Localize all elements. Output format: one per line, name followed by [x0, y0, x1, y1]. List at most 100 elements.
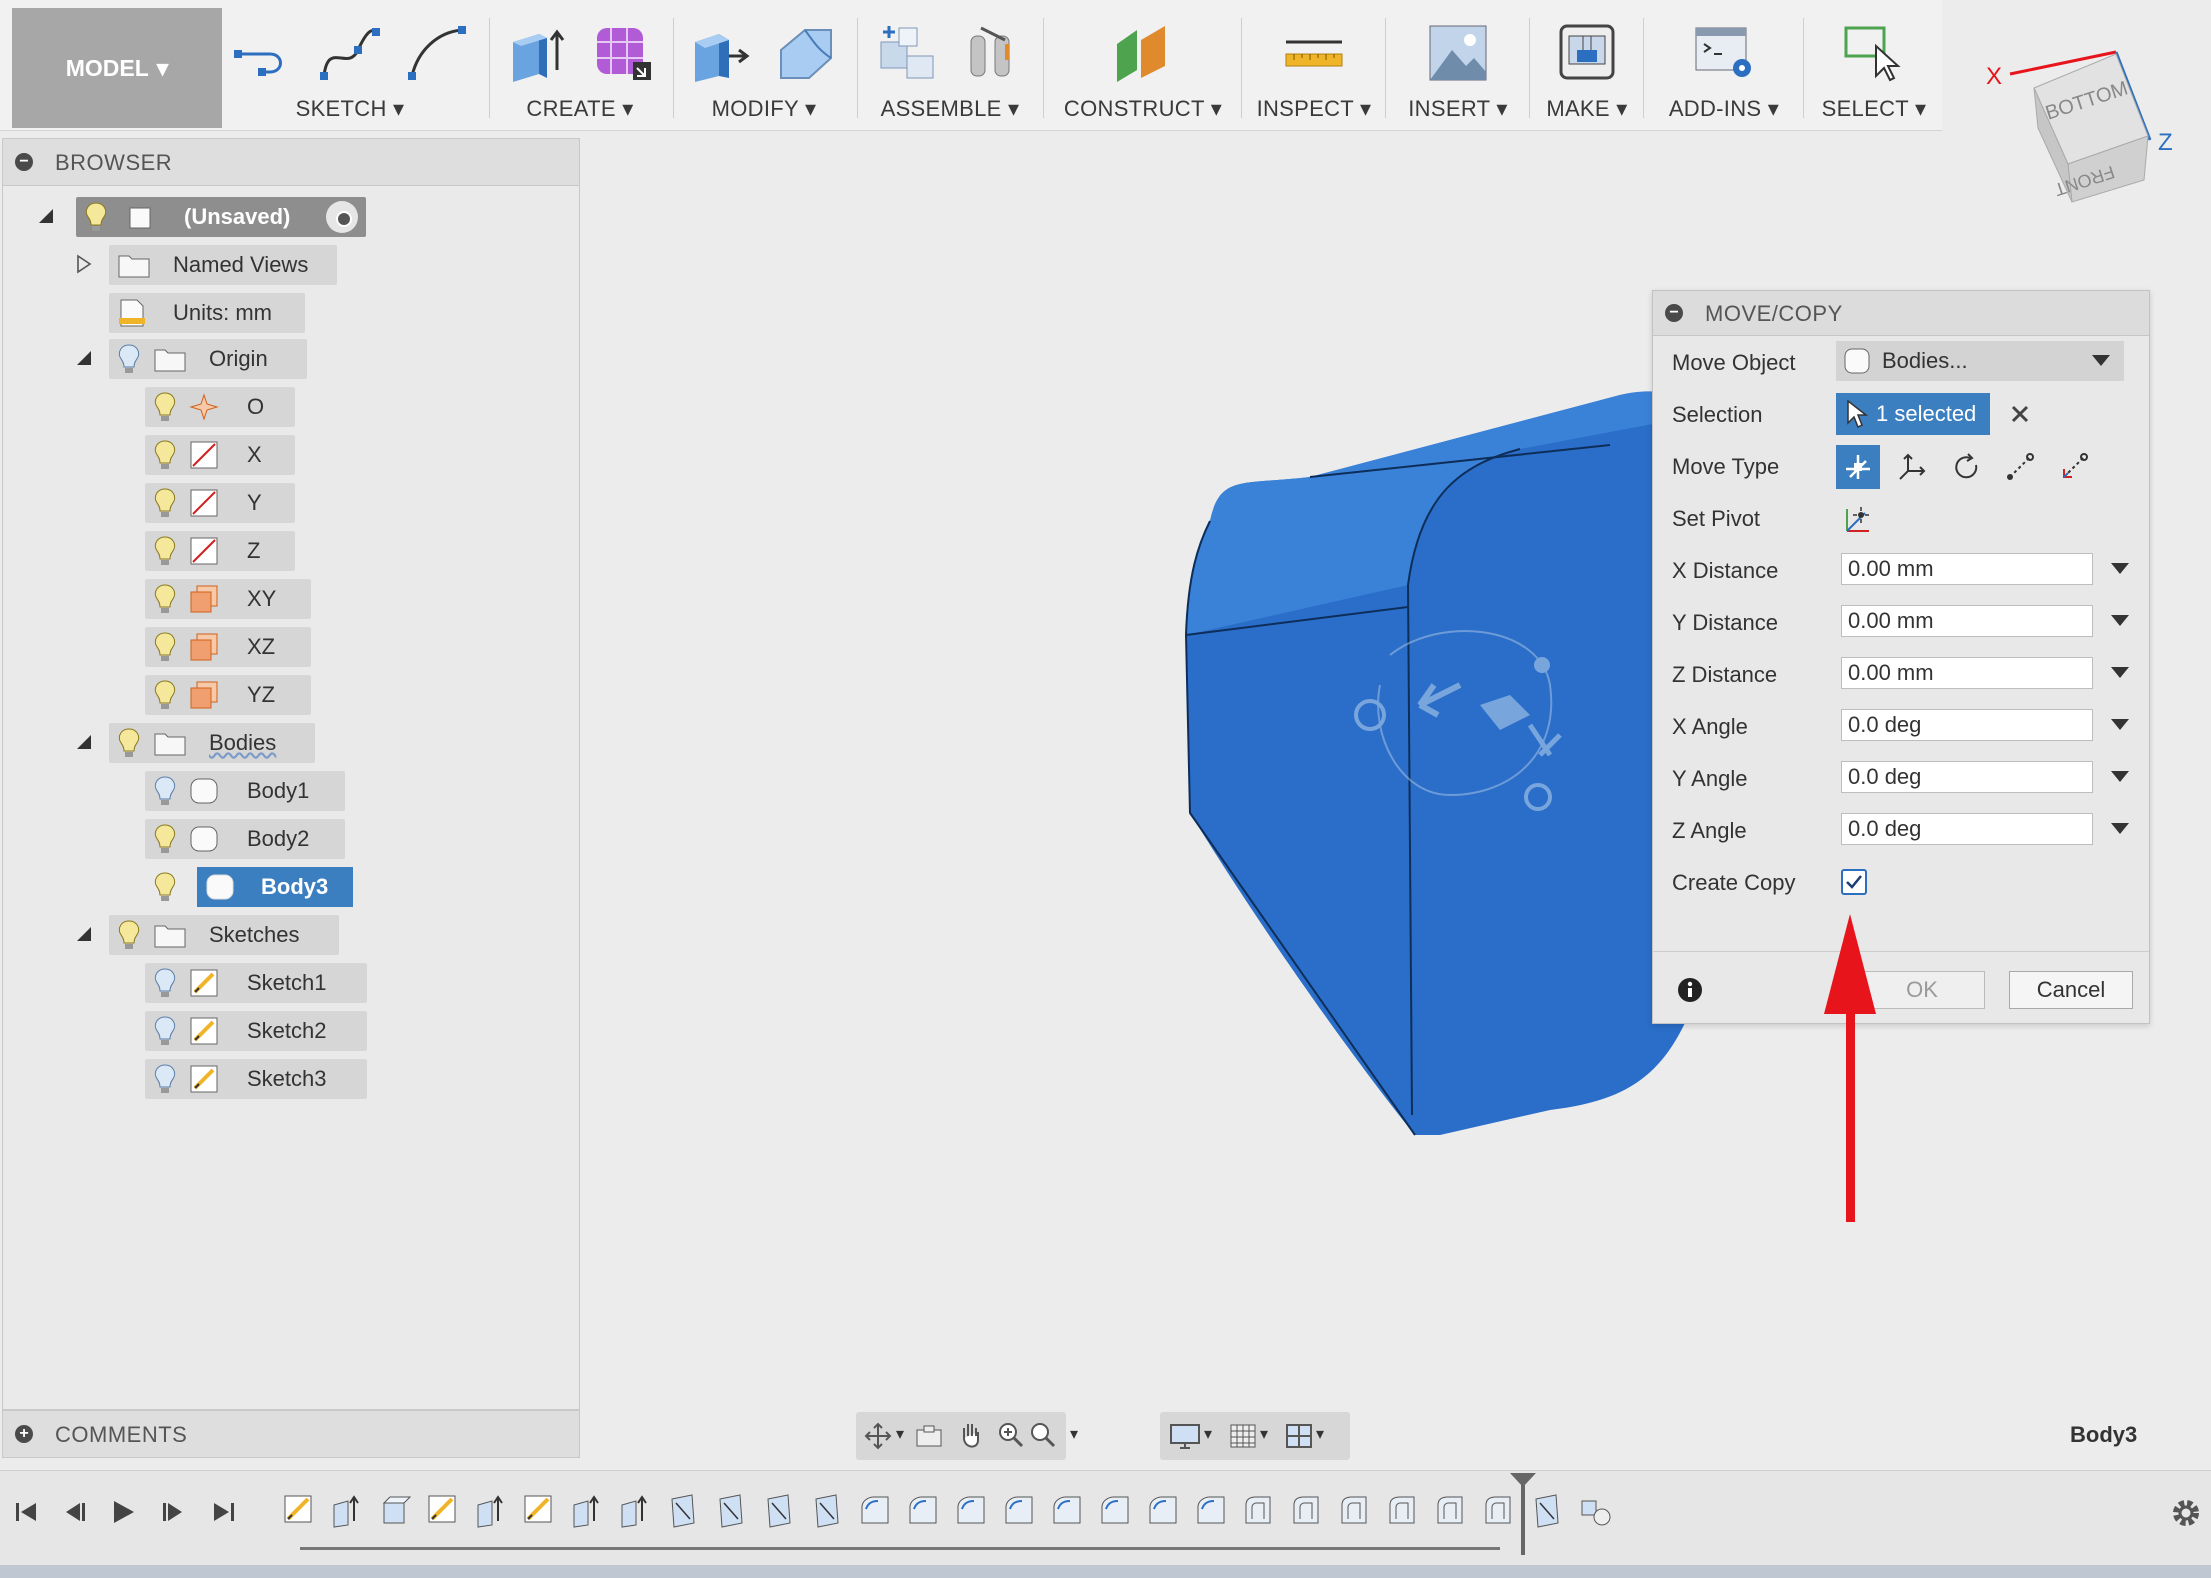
press-pull-icon[interactable]	[689, 20, 753, 84]
xz-plane-node[interactable]: XZ	[145, 627, 311, 667]
workspace-switcher-button[interactable]: MODEL ▾	[12, 8, 222, 128]
sketches-node[interactable]: Sketches	[109, 915, 339, 955]
comments-panel[interactable]: + COMMENTS	[2, 1410, 580, 1458]
timeline-move-icon[interactable]	[714, 1493, 748, 1529]
3d-print-icon[interactable]	[1555, 20, 1619, 84]
z-axis-node[interactable]: Z	[145, 531, 295, 571]
timeline-move-icon[interactable]	[666, 1493, 700, 1529]
lightbulb-off-icon[interactable]	[115, 342, 143, 376]
rotate-icon[interactable]	[1944, 445, 1988, 489]
gear-icon[interactable]	[2168, 1495, 2204, 1531]
lightbulb-icon[interactable]	[151, 630, 179, 664]
collapse-icon[interactable]: −	[1665, 304, 1683, 322]
orbit-icon[interactable]	[864, 1422, 892, 1450]
point-to-point-icon[interactable]	[1998, 445, 2042, 489]
spline-icon[interactable]	[318, 20, 382, 84]
assemble-group[interactable]: ASSEMBLE ▾	[860, 0, 1040, 130]
joint-icon[interactable]	[961, 20, 1025, 84]
collapse-icon[interactable]: −	[15, 153, 33, 171]
new-component-icon[interactable]	[875, 20, 939, 84]
chevron-down-icon[interactable]: ▾	[1316, 1424, 1324, 1444]
make-group[interactable]: MAKE ▾	[1532, 0, 1642, 130]
timeline-extrude-icon[interactable]	[330, 1493, 364, 1529]
timeline-extrude-icon[interactable]	[570, 1493, 604, 1529]
xy-plane-node[interactable]: XY	[145, 579, 311, 619]
lightbulb-icon[interactable]	[151, 582, 179, 616]
selection-button[interactable]: 1 selected	[1836, 393, 1990, 435]
pan-icon[interactable]	[956, 1420, 986, 1452]
dialog-header[interactable]: − MOVE/COPY	[1653, 291, 2149, 336]
origin-node[interactable]: Origin	[109, 339, 307, 379]
timeline-move-icon[interactable]	[810, 1493, 844, 1529]
activate-radio[interactable]	[326, 201, 358, 233]
arc-icon[interactable]	[404, 20, 468, 84]
z-distance-input[interactable]	[1841, 657, 2093, 689]
chevron-down-icon[interactable]	[2111, 615, 2129, 626]
translate-icon[interactable]	[1890, 445, 1934, 489]
offset-plane-icon[interactable]	[1111, 20, 1175, 84]
bodies-node[interactable]: Bodies	[109, 723, 315, 763]
timeline-sketch-icon[interactable]	[522, 1493, 556, 1529]
chevron-down-icon[interactable]	[2111, 719, 2129, 730]
timeline-shell-icon[interactable]	[1290, 1493, 1324, 1529]
timeline-fillet-icon[interactable]	[1098, 1493, 1132, 1529]
create-copy-checkbox[interactable]	[1841, 869, 1867, 895]
timeline-fillet-icon[interactable]	[1050, 1493, 1084, 1529]
display-settings-icon[interactable]	[1168, 1422, 1202, 1450]
timeline-fillet-icon[interactable]	[1146, 1493, 1180, 1529]
lightbulb-off-icon[interactable]	[151, 1062, 179, 1096]
timeline-fillet-icon[interactable]	[906, 1493, 940, 1529]
extrude-icon[interactable]	[505, 20, 569, 84]
timeline-extrude-icon[interactable]	[474, 1493, 508, 1529]
go-to-start-icon[interactable]	[10, 1495, 44, 1529]
step-forward-icon[interactable]	[156, 1495, 190, 1529]
chevron-down-icon[interactable]	[2111, 771, 2129, 782]
timeline-extrude-icon[interactable]	[618, 1493, 652, 1529]
zoom-icon[interactable]	[996, 1420, 1026, 1452]
expand-triangle-icon[interactable]	[73, 347, 95, 369]
fillet-icon[interactable]	[775, 20, 839, 84]
chevron-down-icon[interactable]: ▾	[896, 1424, 904, 1444]
timeline-box-icon[interactable]	[378, 1493, 412, 1529]
sketch-group[interactable]: SKETCH ▾	[232, 0, 468, 130]
chevron-down-icon[interactable]: ▾	[1260, 1424, 1268, 1444]
timeline-scrollbar[interactable]	[0, 1565, 2211, 1578]
construct-group[interactable]: CONSTRUCT ▾	[1046, 0, 1240, 130]
chevron-down-icon[interactable]: ▾	[1070, 1424, 1078, 1444]
grid-settings-icon[interactable]	[1228, 1422, 1258, 1450]
create-group[interactable]: CREATE ▾	[492, 0, 668, 130]
chevron-down-icon[interactable]	[2111, 563, 2129, 574]
body3-model[interactable]	[1180, 385, 1700, 1145]
y-distance-input[interactable]	[1841, 605, 2093, 637]
sketch3-node[interactable]: Sketch3	[145, 1059, 367, 1099]
set-pivot-icon[interactable]	[1841, 503, 1875, 537]
z-angle-input[interactable]	[1841, 813, 2093, 845]
line-icon[interactable]	[232, 20, 296, 84]
cancel-button[interactable]: Cancel	[2009, 971, 2133, 1009]
viewports-icon[interactable]	[1284, 1422, 1314, 1450]
select-icon[interactable]	[1842, 20, 1906, 84]
timeline-marker[interactable]	[1508, 1471, 1538, 1555]
chevron-down-icon[interactable]: ▾	[1204, 1424, 1212, 1444]
lightbulb-icon[interactable]	[151, 678, 179, 712]
timeline-group-icon[interactable]	[1578, 1493, 1612, 1529]
units-node[interactable]: Units: mm	[109, 293, 305, 333]
x-angle-input[interactable]	[1841, 709, 2093, 741]
x-distance-input[interactable]	[1841, 553, 2093, 585]
collapsed-triangle-icon[interactable]	[73, 253, 95, 275]
sketch1-node[interactable]: Sketch1	[145, 963, 367, 1003]
free-move-icon[interactable]	[1836, 445, 1880, 489]
lightbulb-off-icon[interactable]	[151, 774, 179, 808]
lightbulb-icon[interactable]	[151, 390, 179, 424]
lightbulb-icon[interactable]	[115, 918, 143, 952]
step-back-icon[interactable]	[58, 1495, 92, 1529]
x-axis-node[interactable]: X	[145, 435, 295, 475]
info-icon[interactable]	[1677, 977, 1703, 1003]
origin-point-node[interactable]: O	[145, 387, 295, 427]
play-icon[interactable]	[106, 1495, 140, 1529]
insert-group[interactable]: INSERT ▾	[1388, 0, 1528, 130]
clear-selection-icon[interactable]	[2009, 403, 2031, 425]
timeline-fillet-icon[interactable]	[858, 1493, 892, 1529]
timeline-fillet-icon[interactable]	[1194, 1493, 1228, 1529]
select-group[interactable]: SELECT ▾	[1806, 0, 1942, 130]
